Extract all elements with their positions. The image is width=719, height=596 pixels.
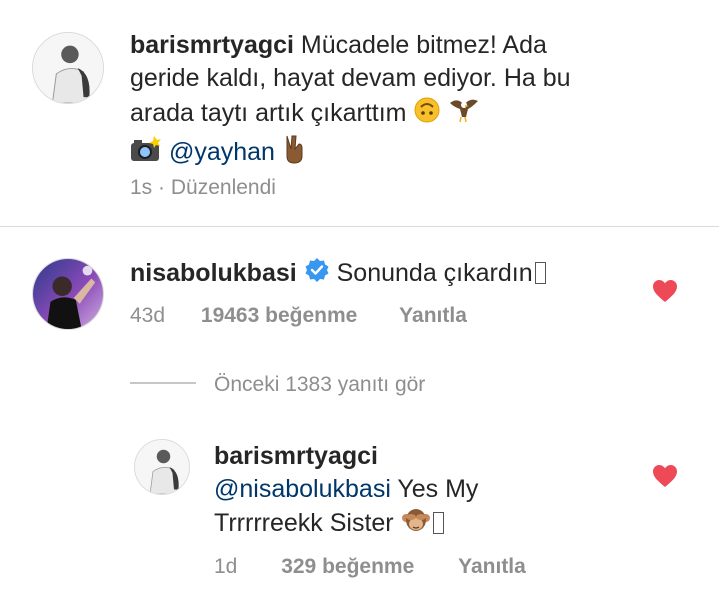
- upside-down-face-emoji: [413, 96, 441, 133]
- reply1-likes[interactable]: 329 beğenme: [281, 555, 414, 578]
- caption-text-line2: geride kaldı, hayat devam ediyor. Ha bu: [130, 64, 571, 92]
- caption-text-line1: Mücadele bitmez! Ada: [300, 31, 547, 59]
- reply1-meta: 1d 329 beğenme Yanıtla: [214, 553, 526, 581]
- comment1-reply-button[interactable]: Yanıtla: [399, 304, 467, 327]
- comment1-text: nisabolukbasi Sonunda çıkardın: [130, 257, 546, 292]
- verified-badge-icon: [304, 257, 330, 292]
- comment1-meta: 43d 19463 beğenme Yanıtla: [130, 302, 467, 330]
- reply1-text: barismrtyagci @nisabolukbasi Yes My Trrr…: [214, 440, 634, 543]
- comment1-avatar[interactable]: [32, 258, 104, 330]
- reply1-body-line2: Trrrrreekk Sister: [214, 509, 394, 538]
- missing-glyph-icon: [534, 262, 546, 285]
- caption-edited: Düzenlendi: [170, 176, 276, 199]
- comment1-like-heart-icon[interactable]: [652, 279, 678, 303]
- reply1-reply-button[interactable]: Yanıtla: [458, 555, 526, 578]
- comment1-likes[interactable]: 19463 beğenme: [201, 304, 357, 327]
- reply1-username[interactable]: barismrtyagci: [214, 442, 378, 470]
- camera-with-flash-emoji: [130, 136, 162, 171]
- person-photo: [135, 440, 189, 494]
- caption-text: barismrtyagci Mücadele bitmez! Ada gerid…: [130, 29, 690, 173]
- person-photo: [33, 259, 103, 329]
- reply1-avatar[interactable]: [134, 439, 190, 495]
- caption-time: 1s: [130, 176, 153, 199]
- caption-text-line3: arada taytı artık çıkarttım: [130, 99, 407, 128]
- view-replies-line: [130, 382, 196, 384]
- comment1-username[interactable]: nisabolukbasi: [130, 259, 297, 287]
- reply1-time: 1d: [214, 555, 238, 578]
- reply1-like-heart-icon[interactable]: [652, 464, 678, 488]
- reply1-mention[interactable]: @nisabolukbasi: [214, 475, 391, 503]
- caption-divider: [0, 226, 719, 227]
- person-photo: [33, 33, 103, 103]
- comment1-body: Sonunda çıkardın: [336, 259, 533, 288]
- missing-glyph-icon: [432, 512, 444, 535]
- caption-meta: 1s · Düzenlendi: [130, 174, 276, 202]
- caption-mention[interactable]: @yayhan: [169, 138, 275, 166]
- view-replies-button[interactable]: Önceki 1383 yanıtı gör: [214, 371, 425, 399]
- meta-separator: ·: [158, 176, 166, 199]
- caption-username[interactable]: barismrtyagci: [130, 31, 294, 59]
- reply1-body-part1: Yes My: [397, 475, 479, 503]
- victory-hand-emoji: [282, 134, 306, 173]
- eagle-emoji: [448, 95, 480, 134]
- caption-avatar[interactable]: [32, 32, 104, 104]
- see-no-evil-monkey-emoji: [401, 506, 431, 543]
- comment1-time: 43d: [130, 304, 166, 327]
